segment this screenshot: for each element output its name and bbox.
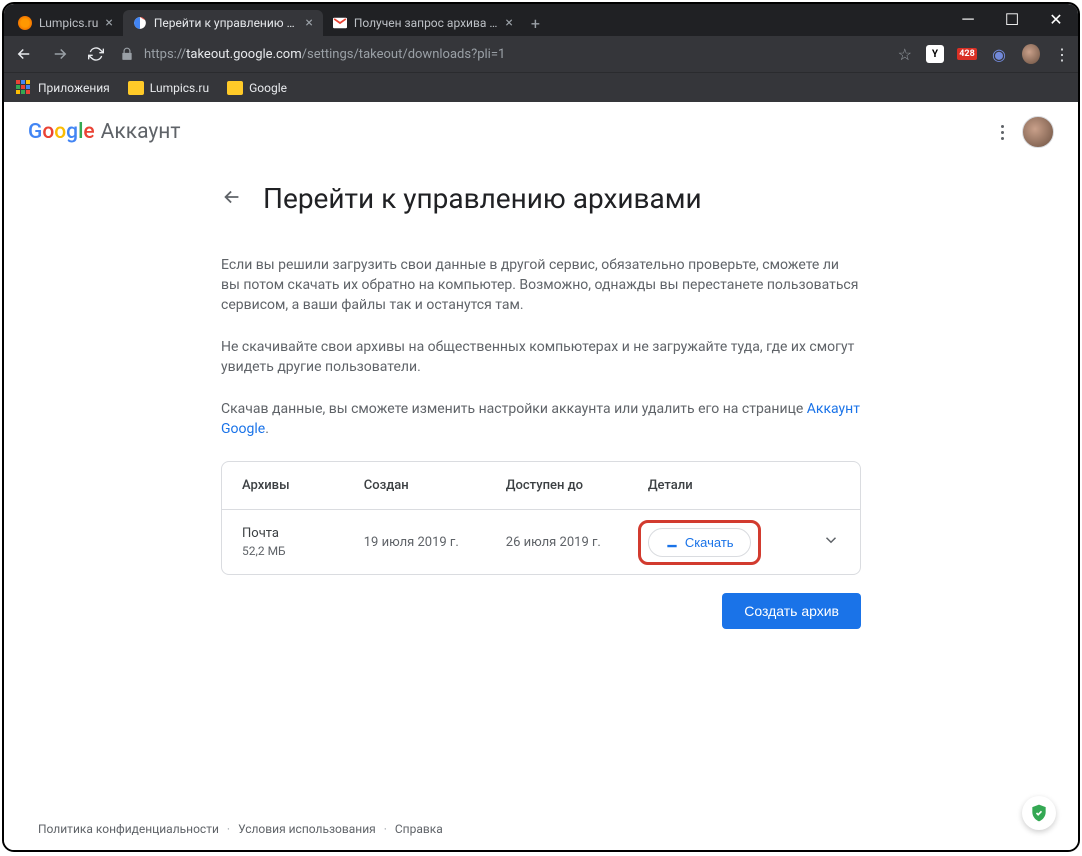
browser-tab-gmail[interactable]: Получен запрос архива данных × [323, 10, 523, 36]
chevron-down-icon[interactable] [822, 531, 840, 553]
page-footer: Политика конфиденциальности · Условия ис… [38, 822, 443, 836]
col-archives: Архивы [242, 478, 364, 493]
col-until: Доступен до [506, 478, 648, 493]
bookmark-folder-google[interactable]: Google [227, 81, 287, 95]
info-paragraph-2: Не скачивайте свои архивы на общественны… [221, 337, 861, 377]
close-icon[interactable]: × [105, 15, 112, 31]
star-icon[interactable]: ☆ [898, 45, 912, 64]
favicon-lumpics [18, 16, 32, 30]
maximize-button[interactable]: ☐ [990, 4, 1034, 36]
more-icon[interactable] [1001, 125, 1004, 140]
avatar-small[interactable] [1022, 45, 1040, 63]
footer-privacy[interactable]: Политика конфиденциальности [38, 822, 219, 836]
bookmarks-bar: Приложения Lumpics.ru Google [4, 72, 1078, 102]
download-button[interactable]: Скачать [648, 528, 751, 557]
mail-badge: 428 [957, 48, 977, 60]
col-created: Создан [364, 478, 506, 493]
info-paragraph-1: Если вы решили загрузить свои данные в д… [221, 255, 861, 315]
lock-icon [120, 47, 134, 61]
table-row: Почта 52,2 МБ 19 июля 2019 г. 26 июля 20… [222, 510, 860, 574]
table-header: Архивы Создан Доступен до Детали [222, 462, 860, 510]
col-details: Детали [648, 478, 800, 493]
close-icon[interactable]: × [505, 15, 512, 31]
avatar[interactable] [1022, 116, 1054, 148]
page-title: Перейти к управлению архивами [263, 182, 702, 215]
bookmark-folder-lumpics[interactable]: Lumpics.ru [128, 81, 209, 95]
archive-size: 52,2 МБ [242, 544, 364, 558]
download-icon [665, 535, 679, 549]
tab-title: Получен запрос архива данных [354, 16, 499, 30]
shield-badge[interactable] [1022, 796, 1056, 830]
page-header: Google Аккаунт [4, 102, 1078, 162]
footer-help[interactable]: Справка [395, 822, 443, 836]
tab-title: Lumpics.ru [39, 16, 98, 30]
create-archive-button[interactable]: Создать архив [722, 593, 861, 629]
apps-shortcut[interactable]: Приложения [16, 80, 110, 96]
close-window-button[interactable]: ✕ [1034, 4, 1078, 36]
favicon-gmail [333, 16, 347, 30]
archives-card: Архивы Создан Доступен до Детали Почта 5… [221, 461, 861, 575]
apps-icon [16, 80, 32, 96]
reload-button[interactable] [84, 42, 108, 66]
new-tab-button[interactable]: + [523, 10, 548, 37]
page-content: Google Аккаунт Перейти к управлению архи… [4, 102, 1078, 850]
minimize-button[interactable]: ─ [946, 4, 990, 36]
archive-name: Почта [242, 526, 364, 541]
google-account-logo[interactable]: Google Аккаунт [28, 120, 181, 144]
footer-terms[interactable]: Условия использования [238, 822, 376, 836]
tab-title: Перейти к управлению архивам [154, 16, 299, 30]
browser-tab-lumpics[interactable]: Lumpics.ru × [8, 10, 123, 36]
window-titlebar: Lumpics.ru × Перейти к управлению архива… [4, 4, 1078, 36]
archive-cell: Почта 52,2 МБ [242, 526, 364, 558]
close-icon[interactable]: × [305, 15, 312, 31]
browser-tab-takeout[interactable]: Перейти к управлению архивам × [123, 10, 323, 36]
forward-button[interactable] [48, 42, 72, 66]
menu-icon[interactable]: ⋮ [1054, 45, 1070, 64]
available-until: 26 июля 2019 г. [506, 535, 648, 550]
extension-mail-icon[interactable]: 428 [958, 45, 976, 63]
back-arrow-button[interactable] [221, 186, 243, 212]
folder-icon [128, 81, 144, 95]
shield-icon [1029, 803, 1049, 823]
extension-y-icon[interactable]: Y [926, 45, 944, 63]
created-date: 19 июля 2019 г. [364, 535, 506, 550]
address-bar: https://takeout.google.com/settings/take… [4, 36, 1078, 72]
folder-icon [227, 81, 243, 95]
url-field[interactable]: https://takeout.google.com/settings/take… [120, 47, 886, 62]
url-text: https://takeout.google.com/settings/take… [144, 47, 505, 62]
extension-discord-icon[interactable]: ◉ [990, 45, 1008, 63]
back-button[interactable] [12, 42, 36, 66]
info-paragraph-3: Скачав данные, вы сможете изменить настр… [221, 399, 861, 439]
favicon-google [133, 16, 147, 30]
